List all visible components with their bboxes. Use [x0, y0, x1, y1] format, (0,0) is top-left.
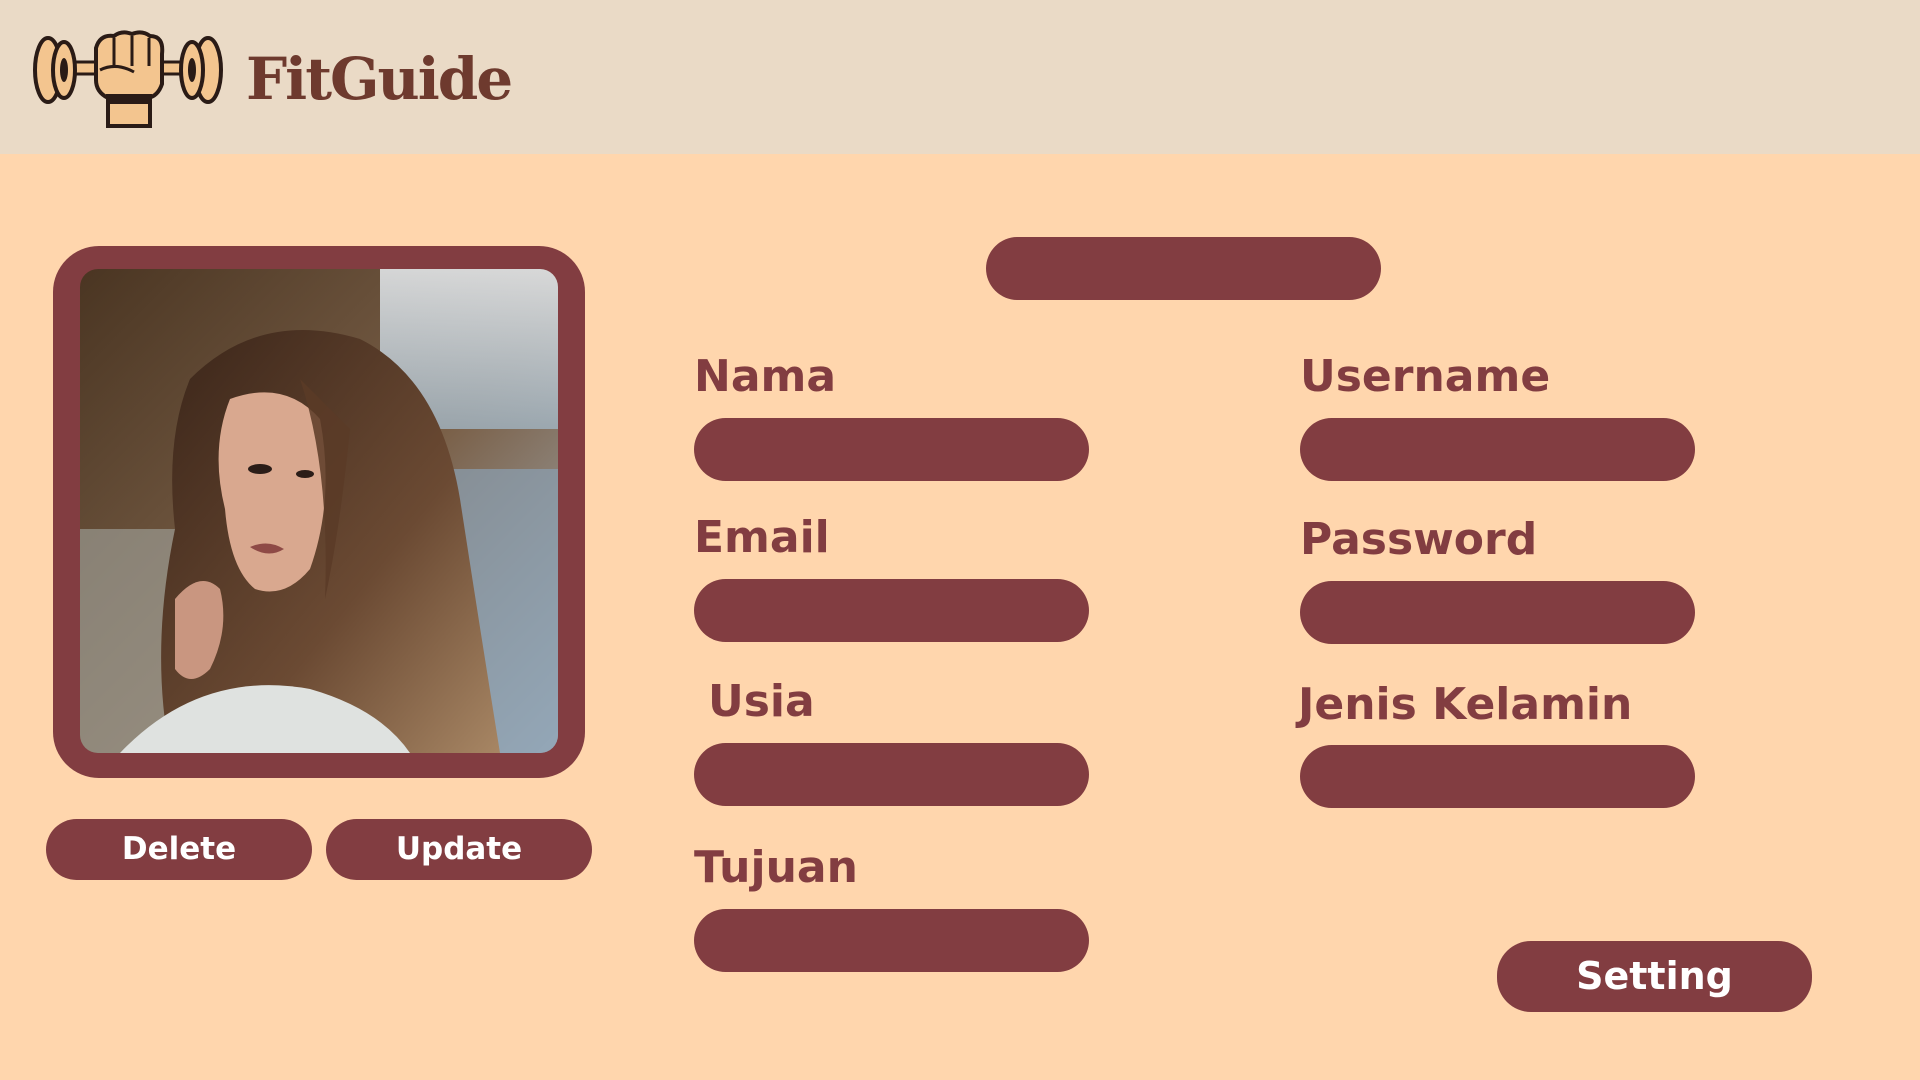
- app-header: FitGuide: [0, 0, 1920, 154]
- profile-photo-frame: [53, 246, 585, 778]
- email-input[interactable]: [694, 579, 1089, 642]
- brand-name: FitGuide: [246, 45, 513, 113]
- nama-label: Nama: [694, 351, 837, 402]
- profile-title-pill: [986, 237, 1381, 300]
- usia-input[interactable]: [694, 743, 1089, 806]
- profile-photo-image[interactable]: [80, 269, 558, 753]
- jenis-kelamin-input[interactable]: [1300, 745, 1695, 808]
- update-button[interactable]: Update: [326, 819, 592, 880]
- fist-dumbbell-logo-icon: [30, 26, 226, 130]
- setting-button[interactable]: Setting: [1497, 941, 1812, 1012]
- tujuan-input[interactable]: [694, 909, 1089, 972]
- password-label: Password: [1300, 514, 1538, 565]
- nama-input[interactable]: [694, 418, 1089, 481]
- jenis-kelamin-label: Jenis Kelamin: [1298, 679, 1633, 730]
- username-label: Username: [1300, 351, 1551, 402]
- password-input[interactable]: [1300, 581, 1695, 644]
- email-label: Email: [694, 512, 830, 563]
- username-input[interactable]: [1300, 418, 1695, 481]
- tujuan-label: Tujuan: [694, 842, 858, 893]
- usia-label: Usia: [708, 676, 815, 727]
- delete-button[interactable]: Delete: [46, 819, 312, 880]
